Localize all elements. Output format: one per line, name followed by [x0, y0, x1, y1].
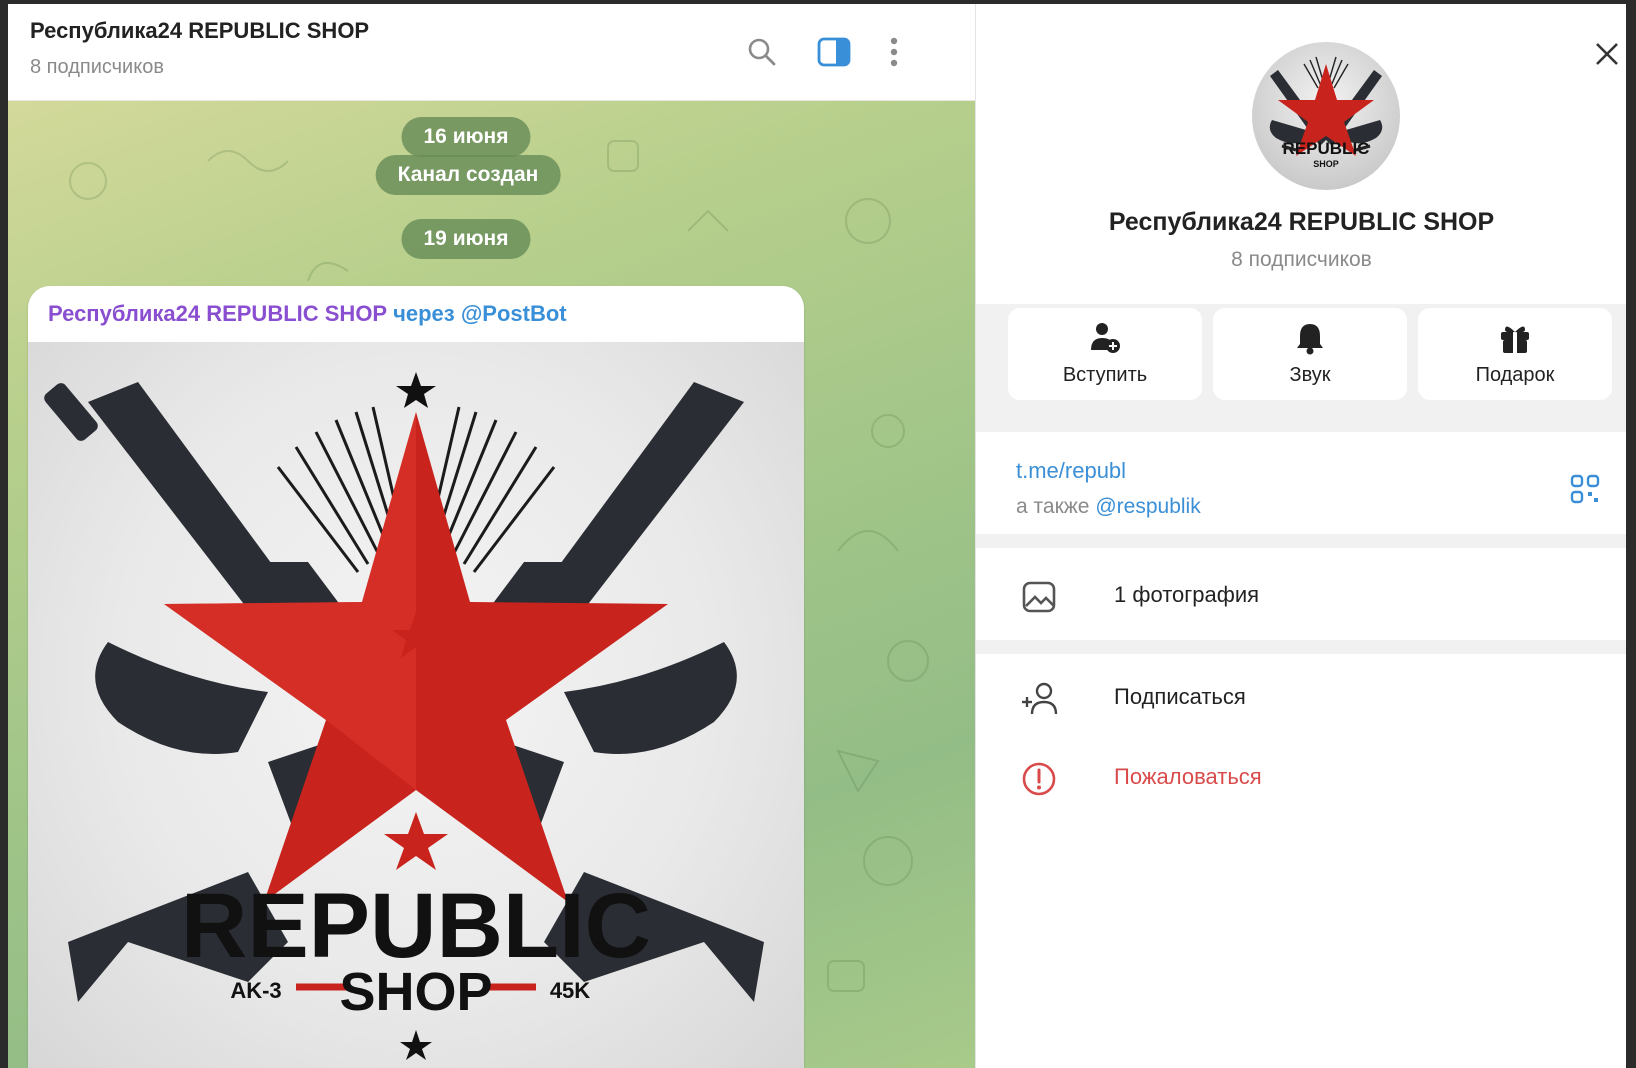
telegram-window: Республика24 REPUBLIC SHOP 8 подписчиков	[8, 4, 1626, 1068]
date-pill: 19 июня	[401, 219, 531, 259]
channel-info-panel: REPUBLIC SHOP Республика24 REPUBLIC SHOP…	[975, 4, 1626, 1068]
section-divider	[976, 534, 1626, 548]
add-person-icon	[1020, 680, 1058, 718]
chat-subscribers: 8 подписчиков	[30, 56, 164, 78]
sound-button[interactable]: Звук	[1213, 308, 1407, 400]
post-author[interactable]: Республика24 REPUBLIC SHOP	[48, 301, 387, 327]
channel-post[interactable]: Республика24 REPUBLIC SHOP через @PostBo…	[28, 286, 804, 1068]
subscribe-row[interactable]: Подписаться	[976, 668, 1626, 728]
report-row[interactable]: Пожаловаться	[976, 748, 1626, 808]
qr-code-icon[interactable]	[1570, 474, 1600, 509]
side-panel-icon[interactable]	[814, 32, 854, 72]
date-pill: 16 июня	[401, 117, 531, 157]
gift-label: Подарок	[1475, 364, 1555, 386]
search-icon[interactable]	[742, 32, 782, 72]
more-vertical-icon[interactable]	[874, 32, 914, 72]
channel-avatar[interactable]: REPUBLIC SHOP	[1252, 42, 1400, 190]
republic-shop-logo: REPUBLIC SHOP AK-3 45K	[44, 372, 764, 1060]
post-via-bot[interactable]: через @PostBot	[393, 301, 567, 327]
media-photos-row[interactable]: 1 фотография	[976, 566, 1626, 626]
close-icon[interactable]	[1587, 34, 1626, 74]
report-icon	[1020, 760, 1058, 798]
avatar-logo-sub: SHOP	[1313, 159, 1339, 169]
logo-left-text: AK-3	[230, 978, 281, 1003]
sound-label: Звук	[1289, 364, 1331, 386]
channel-subscribers: 8 подписчиков	[1231, 248, 1372, 271]
service-message: Канал создан	[375, 155, 561, 195]
also-prefix: а также	[1016, 495, 1090, 518]
bell-icon	[1213, 320, 1407, 356]
gift-button[interactable]: Подарок	[1418, 308, 1612, 400]
subscribe-label: Подписаться	[1114, 684, 1246, 709]
action-bar: Вступить Звук Подарок	[976, 304, 1626, 432]
report-label: Пожаловаться	[1114, 764, 1262, 789]
join-label: Вступить	[1062, 364, 1148, 386]
add-user-icon	[1008, 320, 1202, 356]
section-divider	[976, 640, 1626, 654]
post-photo[interactable]: REPUBLIC SHOP AK-3 45K	[28, 342, 804, 1068]
chat-area: Республика24 REPUBLIC SHOP 8 подписчиков	[8, 4, 975, 1068]
channel-link[interactable]: t.me/republ	[1016, 458, 1126, 484]
chat-header[interactable]: Республика24 REPUBLIC SHOP 8 подписчиков	[8, 4, 975, 101]
chat-title[interactable]: Республика24 REPUBLIC SHOP	[30, 18, 369, 44]
also-username-link[interactable]: @respublik	[1095, 495, 1200, 518]
media-photos-label: 1 фотография	[1114, 582, 1260, 607]
logo-right-text: 45K	[550, 978, 590, 1003]
gift-icon	[1418, 320, 1612, 356]
post-header: Республика24 REPUBLIC SHOP через @PostBo…	[28, 286, 804, 342]
channel-title: Республика24 REPUBLIC SHOP	[1108, 208, 1495, 236]
also-usernames: а также @respublik	[1016, 495, 1201, 519]
photo-icon	[1020, 578, 1058, 616]
logo-shop-text: SHOP	[339, 962, 492, 1022]
join-button[interactable]: Вступить	[1008, 308, 1202, 400]
